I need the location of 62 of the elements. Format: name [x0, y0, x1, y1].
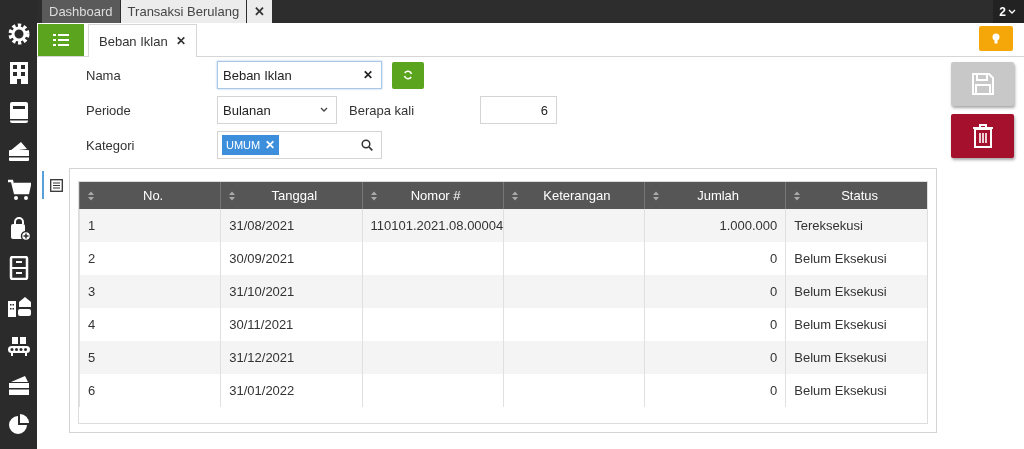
table-cell: 5 [79, 341, 221, 374]
column-header[interactable]: Keterangan [503, 182, 645, 209]
table-cell: Belum Eksekusi [785, 275, 927, 308]
pie-chart-icon[interactable] [6, 412, 31, 436]
table-cell: 110101.2021.08.00004 [362, 209, 504, 242]
search-icon[interactable] [361, 139, 373, 151]
sort-icon[interactable] [794, 190, 801, 201]
close-tab-button[interactable]: ✕ [247, 0, 273, 23]
table-cell: Tereksekusi [785, 209, 927, 242]
wallet-icon[interactable] [6, 139, 31, 163]
table-cell: 0 [644, 275, 786, 308]
field-label: Berapa kali [349, 102, 416, 118]
sort-icon[interactable] [370, 190, 377, 201]
table-cell: 0 [644, 374, 786, 407]
refresh-button[interactable] [392, 61, 424, 89]
cart-icon[interactable] [6, 178, 31, 202]
sort-icon[interactable] [653, 190, 659, 201]
delete-button[interactable] [951, 114, 1014, 158]
caret-icon[interactable] [1008, 8, 1016, 15]
count-field[interactable]: 6 [480, 96, 557, 124]
window-count: 2 [999, 4, 1006, 19]
chevron-down-icon [320, 107, 328, 113]
field-label: Periode [86, 102, 132, 118]
conveyor-icon[interactable] [6, 334, 31, 358]
column-header[interactable]: Status [785, 182, 927, 209]
table-cell: 1 [79, 209, 221, 242]
tax-icon[interactable] [6, 373, 31, 397]
table-cell: 0 [644, 341, 786, 374]
table-cell: 6 [79, 374, 221, 407]
window-tab[interactable]: Transaksi Berulang [120, 0, 247, 23]
lightbulb-icon [992, 33, 1000, 44]
column-header[interactable]: Nomor # [362, 182, 504, 209]
sort-icon[interactable] [511, 190, 518, 201]
trash-icon [971, 123, 994, 149]
column-header[interactable]: Jumlah [644, 182, 786, 209]
column-header[interactable]: Tanggal [220, 182, 362, 209]
table-cell: 31/10/2021 [220, 275, 362, 308]
sort-icon[interactable] [88, 190, 94, 201]
close-tab-button[interactable]: ✕ [175, 34, 186, 48]
field-label: Kategori [86, 137, 136, 153]
table-cell: Belum Eksekusi [785, 374, 927, 407]
document-tab[interactable]: Beban Iklan ✕ [88, 24, 197, 57]
table-cell: 3 [79, 275, 221, 308]
table-cell: Belum Eksekusi [785, 341, 927, 374]
window-tab[interactable]: Dashboard [42, 0, 120, 23]
list-icon [50, 178, 63, 192]
clear-button[interactable]: ✕ [363, 68, 373, 82]
name-field[interactable]: Beban Iklan ✕ [217, 61, 382, 89]
property-icon[interactable] [6, 295, 31, 319]
gear-icon[interactable] [6, 22, 31, 46]
refresh-icon [403, 70, 413, 80]
list-icon [53, 33, 69, 47]
sort-icon[interactable] [229, 190, 236, 201]
table-cell: 1.000.000 [644, 209, 786, 242]
table-cell: 31/12/2021 [220, 341, 362, 374]
column-header[interactable]: No. [79, 182, 221, 209]
category-tag: UMUM ✕ [222, 135, 280, 155]
list-button[interactable] [38, 24, 84, 56]
table-cell: 31/01/2022 [220, 374, 362, 407]
field-label: Nama [86, 67, 122, 83]
period-dropdown[interactable]: Bulanan [217, 96, 337, 124]
table-cell: 31/08/2021 [220, 209, 362, 242]
